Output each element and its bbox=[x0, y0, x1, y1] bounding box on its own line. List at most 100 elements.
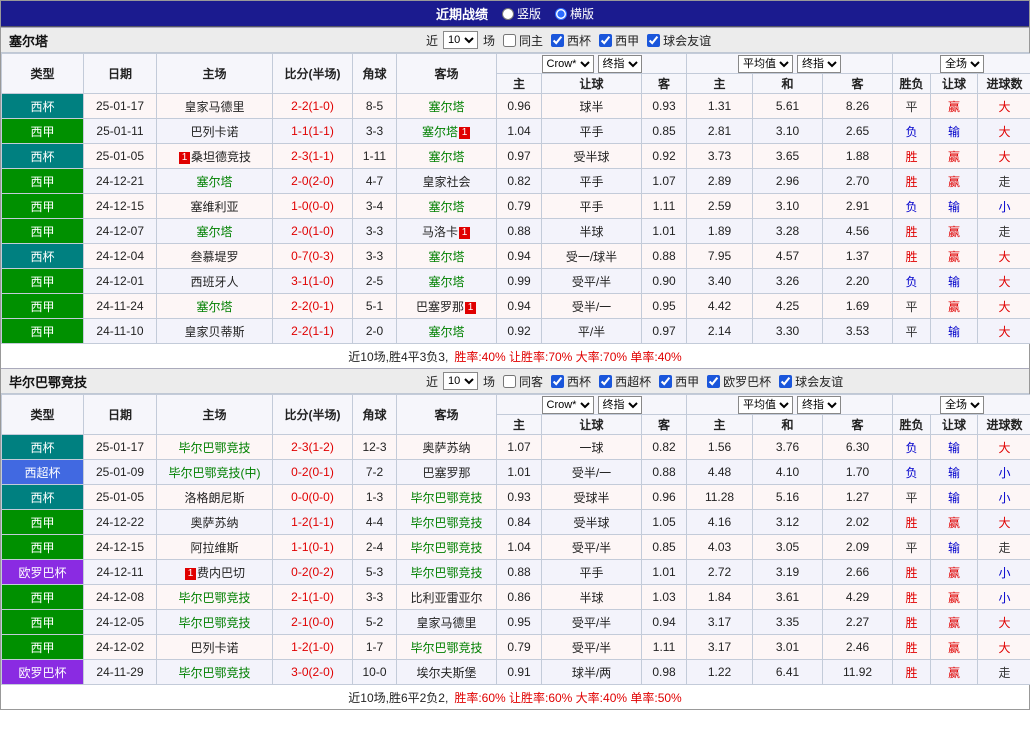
odds-source-select[interactable]: 终指 bbox=[598, 396, 642, 414]
odds-source-select[interactable]: Crow* bbox=[542, 396, 594, 414]
filter-checkbox[interactable] bbox=[779, 375, 792, 388]
odds-source-select[interactable]: Crow* bbox=[542, 55, 594, 73]
filter-option-西甲[interactable]: 西甲 bbox=[654, 373, 699, 390]
home-team[interactable]: 毕尔巴鄂竞技 bbox=[157, 660, 273, 685]
away-team[interactable]: 奥萨苏纳 bbox=[397, 435, 497, 460]
away-team[interactable]: 毕尔巴鄂竞技 bbox=[397, 535, 497, 560]
filter-checkbox[interactable] bbox=[599, 375, 612, 388]
home-team[interactable]: 毕尔巴鄂竞技 bbox=[157, 585, 273, 610]
away-team[interactable]: 毕尔巴鄂竞技 bbox=[397, 560, 497, 585]
home-team[interactable]: 毕尔巴鄂竞技 bbox=[157, 435, 273, 460]
half-full-score[interactable]: 1-2(1-0) bbox=[273, 635, 353, 660]
away-team[interactable]: 塞尔塔 bbox=[397, 194, 497, 219]
home-team[interactable]: 1桑坦德竞技 bbox=[157, 144, 273, 169]
home-team[interactable]: 塞尔塔 bbox=[157, 219, 273, 244]
away-team[interactable]: 毕尔巴鄂竞技 bbox=[397, 635, 497, 660]
half-full-score[interactable]: 2-2(0-1) bbox=[273, 294, 353, 319]
match-date: 24-12-22 bbox=[84, 510, 157, 535]
away-team[interactable]: 马洛卡1 bbox=[397, 219, 497, 244]
away-team[interactable]: 比利亚雷亚尔 bbox=[397, 585, 497, 610]
sub-col-header: 胜负 bbox=[893, 74, 931, 94]
view-option-horizontal[interactable]: 横版 bbox=[555, 5, 594, 22]
scope-select[interactable]: 全场 bbox=[940, 396, 984, 414]
odds-source-select[interactable]: 终指 bbox=[598, 55, 642, 73]
half-full-score[interactable]: 0-7(0-3) bbox=[273, 244, 353, 269]
away-team[interactable]: 皇家社会 bbox=[397, 169, 497, 194]
away-team[interactable]: 埃尔夫斯堡 bbox=[397, 660, 497, 685]
home-team[interactable]: 皇家马德里 bbox=[157, 94, 273, 119]
half-full-score[interactable]: 2-2(1-0) bbox=[273, 94, 353, 119]
filter-checkbox[interactable] bbox=[551, 375, 564, 388]
half-full-score[interactable]: 1-0(0-0) bbox=[273, 194, 353, 219]
half-full-score[interactable]: 3-1(1-0) bbox=[273, 269, 353, 294]
away-team[interactable]: 毕尔巴鄂竞技 bbox=[397, 510, 497, 535]
view-option-vertical[interactable]: 竖版 bbox=[502, 5, 541, 22]
recent-count-select[interactable]: 10 bbox=[443, 372, 478, 390]
filter-option-西超杯[interactable]: 西超杯 bbox=[594, 373, 651, 390]
away-team[interactable]: 巴塞罗那1 bbox=[397, 294, 497, 319]
filter-option-西杯[interactable]: 西杯 bbox=[546, 32, 591, 49]
half-full-score[interactable]: 1-1(0-1) bbox=[273, 535, 353, 560]
filter-option-西杯[interactable]: 西杯 bbox=[546, 373, 591, 390]
home-team[interactable]: 皇家贝蒂斯 bbox=[157, 319, 273, 344]
away-team[interactable]: 塞尔塔 bbox=[397, 144, 497, 169]
home-team[interactable]: 塞尔塔 bbox=[157, 294, 273, 319]
filter-option-球会友谊[interactable]: 球会友谊 bbox=[642, 32, 711, 49]
away-team[interactable]: 塞尔塔1 bbox=[397, 119, 497, 144]
filter-checkbox[interactable] bbox=[647, 34, 660, 47]
home-team[interactable]: 毕尔巴鄂竞技(中) bbox=[157, 460, 273, 485]
home-team[interactable]: 西班牙人 bbox=[157, 269, 273, 294]
filter-checkbox[interactable] bbox=[659, 375, 672, 388]
half-full-score[interactable]: 2-1(0-0) bbox=[273, 610, 353, 635]
home-team[interactable]: 毕尔巴鄂竞技 bbox=[157, 610, 273, 635]
filter-option-球会友谊[interactable]: 球会友谊 bbox=[774, 373, 843, 390]
home-team[interactable]: 洛格朗尼斯 bbox=[157, 485, 273, 510]
avg-source-select[interactable]: 平均值 bbox=[738, 55, 793, 73]
away-team[interactable]: 塞尔塔 bbox=[397, 244, 497, 269]
home-team[interactable]: 叁慕堤罗 bbox=[157, 244, 273, 269]
filter-checkbox[interactable] bbox=[551, 34, 564, 47]
home-team[interactable]: 阿拉维斯 bbox=[157, 535, 273, 560]
team-label: 毕尔巴鄂竞技 bbox=[410, 641, 482, 655]
half-full-score[interactable]: 0-2(0-1) bbox=[273, 460, 353, 485]
half-full-score[interactable]: 2-1(1-0) bbox=[273, 585, 353, 610]
half-full-score[interactable]: 2-3(1-2) bbox=[273, 435, 353, 460]
filter-option-欧罗巴杯[interactable]: 欧罗巴杯 bbox=[702, 373, 771, 390]
away-team[interactable]: 巴塞罗那 bbox=[397, 460, 497, 485]
away-team[interactable]: 毕尔巴鄂竞技 bbox=[397, 485, 497, 510]
filter-checkbox[interactable] bbox=[599, 34, 612, 47]
avg-source-select[interactable]: 终指 bbox=[797, 396, 841, 414]
half-full-score[interactable]: 2-2(1-1) bbox=[273, 319, 353, 344]
filter-checkbox[interactable] bbox=[503, 34, 516, 47]
home-team[interactable]: 1费内巴切 bbox=[157, 560, 273, 585]
away-team[interactable]: 塞尔塔 bbox=[397, 269, 497, 294]
horizontal-layout-radio[interactable] bbox=[555, 8, 567, 20]
half-full-score[interactable]: 1-2(1-1) bbox=[273, 510, 353, 535]
away-team[interactable]: 塞尔塔 bbox=[397, 94, 497, 119]
filter-option-同主[interactable]: 同主 bbox=[498, 32, 543, 49]
filter-checkbox[interactable] bbox=[503, 375, 516, 388]
half-full-score[interactable]: 2-3(1-1) bbox=[273, 144, 353, 169]
half-full-score[interactable]: 0-0(0-0) bbox=[273, 485, 353, 510]
avg-source-select[interactable]: 平均值 bbox=[738, 396, 793, 414]
recent-count-select[interactable]: 10 bbox=[443, 31, 478, 49]
home-team[interactable]: 巴列卡诺 bbox=[157, 635, 273, 660]
home-team[interactable]: 巴列卡诺 bbox=[157, 119, 273, 144]
home-team[interactable]: 奥萨苏纳 bbox=[157, 510, 273, 535]
half-full-score[interactable]: 2-0(2-0) bbox=[273, 169, 353, 194]
half-full-score[interactable]: 3-0(2-0) bbox=[273, 660, 353, 685]
half-full-score[interactable]: 2-0(1-0) bbox=[273, 219, 353, 244]
scope-select[interactable]: 全场 bbox=[940, 55, 984, 73]
vertical-layout-radio[interactable] bbox=[502, 8, 514, 20]
filter-option-西甲[interactable]: 西甲 bbox=[594, 32, 639, 49]
filter-option-同客[interactable]: 同客 bbox=[498, 373, 543, 390]
home-team[interactable]: 塞维利亚 bbox=[157, 194, 273, 219]
avg-draw: 4.57 bbox=[753, 244, 823, 269]
half-full-score[interactable]: 0-2(0-2) bbox=[273, 560, 353, 585]
home-team[interactable]: 塞尔塔 bbox=[157, 169, 273, 194]
away-team[interactable]: 塞尔塔 bbox=[397, 319, 497, 344]
away-team[interactable]: 皇家马德里 bbox=[397, 610, 497, 635]
half-full-score[interactable]: 1-1(1-1) bbox=[273, 119, 353, 144]
avg-source-select[interactable]: 终指 bbox=[797, 55, 841, 73]
filter-checkbox[interactable] bbox=[707, 375, 720, 388]
